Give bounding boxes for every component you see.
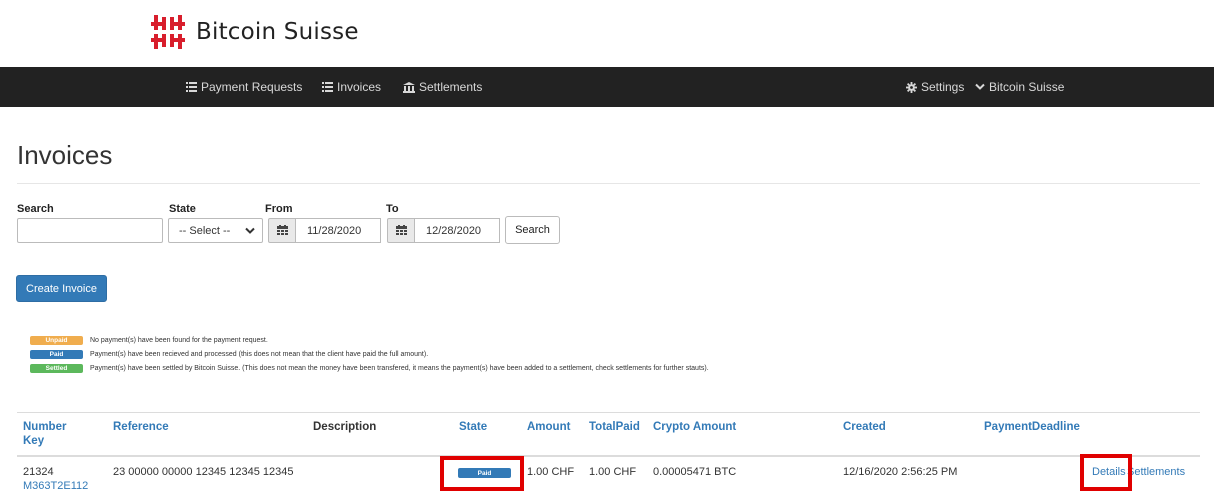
table-header-border <box>17 455 1200 457</box>
bank-icon <box>403 81 415 93</box>
column-header-crypto-amount[interactable]: Crypto Amount <box>653 421 736 433</box>
highlight-box-details <box>1080 454 1132 491</box>
legend-text: Payment(s) have been settled by Bitcoin … <box>90 364 709 372</box>
legend-text: No payment(s) have been found for the pa… <box>90 336 268 344</box>
list-icon <box>186 82 197 92</box>
top-navbar: Payment Requests Invoices Settlements Se… <box>0 67 1214 107</box>
column-header-description: Description <box>313 421 377 433</box>
paid-badge: Paid <box>30 349 83 359</box>
nav-label: Settings <box>921 80 965 94</box>
create-invoice-button[interactable]: Create Invoice <box>16 275 107 302</box>
nav-invoices[interactable]: Invoices <box>322 67 381 107</box>
from-calendar-button[interactable] <box>268 218 296 243</box>
legend-item-paid: Paid Payment(s) have been recieved and p… <box>30 349 428 359</box>
column-header-number[interactable]: Number <box>23 421 66 433</box>
cell-reference: 23 00000 00000 12345 12345 12345 <box>113 466 294 478</box>
nav-label: Invoices <box>337 80 382 94</box>
page-title: Invoices <box>17 140 113 170</box>
to-date-input[interactable]: 12/28/2020 <box>415 218 500 243</box>
nav-label: Payment Requests <box>201 80 303 94</box>
search-input[interactable] <box>17 218 163 243</box>
column-header-state[interactable]: State <box>459 421 487 433</box>
legend-item-settled: Settled Payment(s) have been settled by … <box>30 363 709 373</box>
column-header-total-paid[interactable]: TotalPaid <box>589 421 640 433</box>
column-header-amount[interactable]: Amount <box>527 421 570 433</box>
cell-key-link[interactable]: M363T2E112 <box>23 480 88 491</box>
from-date-input[interactable]: 11/28/2020 <box>296 218 381 243</box>
brand-name: Bitcoin Suisse <box>196 19 359 45</box>
gear-icon <box>906 81 917 93</box>
cell-created: 12/16/2020 2:56:25 PM <box>843 466 958 478</box>
calendar-icon <box>276 225 288 235</box>
nav-label: Settlements <box>419 80 483 94</box>
cell-number: 21324 <box>23 466 54 478</box>
nav-settings[interactable]: Settings <box>906 67 964 107</box>
settled-badge: Settled <box>30 363 83 373</box>
search-button[interactable]: Search <box>505 216 560 244</box>
chevron-down-icon <box>975 83 985 90</box>
calendar-icon <box>395 225 407 235</box>
settlements-link[interactable]: Settlements <box>1127 466 1185 478</box>
to-calendar-button[interactable] <box>387 218 415 243</box>
cell-crypto-amount: 0.00005471 BTC <box>653 466 737 478</box>
nav-payment-requests[interactable]: Payment Requests <box>186 67 302 107</box>
state-label: State <box>169 203 196 215</box>
nav-settlements[interactable]: Settlements <box>403 67 482 107</box>
column-header-payment-deadline[interactable]: PaymentDeadline <box>984 421 1080 433</box>
cell-amount: 1.00 CHF <box>527 466 575 478</box>
to-label: To <box>386 203 399 215</box>
nav-account-menu[interactable]: Bitcoin Suisse <box>975 67 1064 107</box>
search-label: Search <box>17 203 54 215</box>
list-icon <box>322 82 333 92</box>
table-top-border <box>17 412 1200 413</box>
state-select[interactable]: -- Select -- <box>168 218 263 243</box>
legend-text: Payment(s) have been recieved and proces… <box>90 350 429 358</box>
cell-total-paid: 1.00 CHF <box>589 466 637 478</box>
chevron-down-icon <box>245 227 255 234</box>
unpaid-badge: Unpaid <box>30 335 83 345</box>
bitcoin-suisse-logo-icon <box>151 15 185 49</box>
from-label: From <box>265 203 293 215</box>
brand[interactable]: Bitcoin Suisse <box>151 12 359 52</box>
nav-label: Bitcoin Suisse <box>989 80 1065 94</box>
highlight-box-state <box>440 456 524 491</box>
state-select-value: -- Select -- <box>179 224 231 237</box>
column-header-reference[interactable]: Reference <box>113 421 169 433</box>
title-divider <box>17 183 1200 184</box>
legend-item-unpaid: Unpaid No payment(s) have been found for… <box>30 335 268 345</box>
column-header-created[interactable]: Created <box>843 421 886 433</box>
column-header-key[interactable]: Key <box>23 435 44 447</box>
